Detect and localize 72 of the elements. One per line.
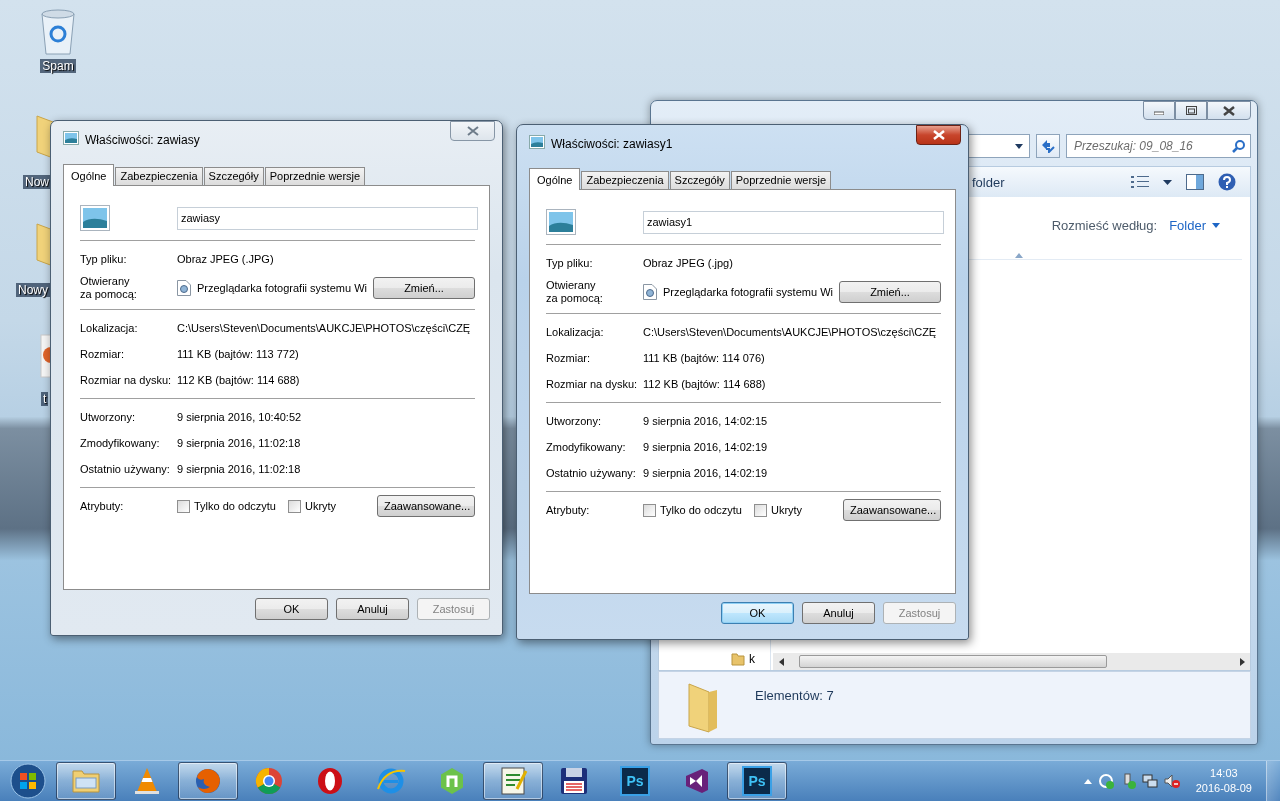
field-value: 9 sierpnia 2016, 11:02:18 bbox=[177, 437, 301, 449]
field-label: Rozmiar: bbox=[546, 351, 591, 365]
field-value: C:\Users\Steven\Documents\AUKCJE\PHOTOS\części\CZĘ bbox=[177, 322, 471, 334]
navigation-item[interactable]: k bbox=[749, 652, 755, 666]
field-value: Przeglądarka fotografii systemu Wi bbox=[663, 286, 833, 298]
icon-label: Now bbox=[23, 175, 51, 189]
advanced-button[interactable]: Zaawansowane... bbox=[377, 495, 475, 517]
field-label: Utworzony: bbox=[546, 414, 603, 428]
dialog-button[interactable]: OK bbox=[255, 598, 328, 620]
window-title: Właściwości: zawiasy bbox=[85, 131, 201, 147]
field-value: Obraz JPEG (.JPG) bbox=[177, 253, 274, 265]
change-button[interactable]: Zmień... bbox=[839, 281, 941, 303]
name-field[interactable]: zawiasy1 bbox=[643, 210, 944, 234]
field-label: Otwierany za pomocą: bbox=[80, 275, 138, 301]
field-value: Obraz JPEG (.jpg) bbox=[643, 257, 733, 269]
tab[interactable]: Zabezpieczenia bbox=[581, 171, 669, 189]
toolbar-item[interactable]: folder bbox=[972, 174, 1005, 190]
item-count: Elementów: 7 bbox=[755, 688, 834, 703]
field-label: Rozmiar na dysku: bbox=[546, 377, 639, 391]
field-label: Ostatnio używany: bbox=[80, 462, 171, 476]
icon-label: t bbox=[41, 392, 49, 406]
icon-label: Spam bbox=[40, 59, 76, 73]
change-button[interactable]: Zmień... bbox=[373, 277, 475, 299]
window-title: Właściwości: zawiasy1 bbox=[551, 135, 674, 151]
arrange-dropdown[interactable]: Folder bbox=[1169, 217, 1220, 233]
field-value: 9 sierpnia 2016, 11:02:18 bbox=[177, 463, 301, 475]
tab[interactable]: Ogólne bbox=[529, 168, 581, 190]
tab[interactable]: Poprzednie wersje bbox=[730, 171, 832, 189]
tab[interactable]: Szczegóły bbox=[669, 171, 730, 189]
field-value: 111 KB (bajtów: 114 076) bbox=[643, 352, 765, 364]
field-label: Typ pliku: bbox=[80, 252, 128, 266]
field-label: Utworzony: bbox=[80, 410, 137, 424]
search-field[interactable]: Przeszukaj: 09_08_16 bbox=[1066, 134, 1251, 158]
field-label: Zmodyfikowany: bbox=[80, 436, 161, 450]
field-value: Przeglądarka fotografii systemu Wi bbox=[197, 282, 367, 294]
field-label: Ostatnio używany: bbox=[546, 466, 637, 480]
field-label: Lokalizacja: bbox=[546, 325, 605, 339]
tab[interactable]: Ogólne bbox=[63, 164, 115, 186]
field-label: Rozmiar: bbox=[80, 347, 125, 361]
dialog-button[interactable]: OK bbox=[721, 602, 794, 624]
tab[interactable]: Poprzednie wersje bbox=[264, 167, 366, 185]
checkbox-label: Tylko do odczytu bbox=[194, 500, 276, 512]
field-label: Rozmiar na dysku: bbox=[80, 373, 173, 387]
taskbar-button[interactable]: Ps bbox=[727, 762, 787, 800]
icon-label: Nowy bbox=[16, 283, 50, 297]
field-value: 9 sierpnia 2016, 14:02:15 bbox=[643, 415, 768, 427]
clock-date[interactable]: 2016-08-09 bbox=[1195, 781, 1252, 796]
checkbox-label: Tylko do odczytu bbox=[660, 504, 742, 516]
field-value: C:\Users\Steven\Documents\AUKCJE\PHOTOS\części\CZĘ bbox=[643, 326, 937, 338]
advanced-button[interactable]: Zaawansowane... bbox=[843, 499, 941, 521]
field-label: Atrybuty: bbox=[80, 499, 125, 513]
name-field[interactable]: zawiasy bbox=[177, 206, 478, 230]
field-value: 112 KB (bajtów: 114 688) bbox=[177, 374, 300, 386]
tab[interactable]: Zabezpieczenia bbox=[115, 167, 203, 185]
field-value: 9 sierpnia 2016, 10:40:52 bbox=[177, 411, 302, 423]
arrange-label: Rozmieść według: bbox=[1051, 217, 1158, 233]
dialog-button[interactable]: Anuluj bbox=[336, 598, 409, 620]
field-label: Lokalizacja: bbox=[80, 321, 139, 335]
dialog-button[interactable]: Anuluj bbox=[802, 602, 875, 624]
field-value: 9 sierpnia 2016, 14:02:19 bbox=[643, 441, 768, 453]
field-value: 9 sierpnia 2016, 14:02:19 bbox=[643, 467, 768, 479]
field-value: 112 KB (bajtów: 114 688) bbox=[643, 378, 766, 390]
tab[interactable]: Szczegóły bbox=[203, 167, 264, 185]
checkbox-label: Ukryty bbox=[304, 500, 337, 512]
field-label: Zmodyfikowany: bbox=[546, 440, 627, 454]
field-value: 111 KB (bajtów: 113 772) bbox=[177, 348, 299, 360]
search-placeholder: Przeszukaj: 09_08_16 bbox=[1074, 139, 1194, 153]
field-label: Otwierany za pomocą: bbox=[546, 279, 604, 305]
field-label: Atrybuty: bbox=[546, 503, 591, 517]
field-label: Typ pliku: bbox=[546, 256, 594, 270]
checkbox-label: Ukryty bbox=[770, 504, 803, 516]
taskbar-button[interactable]: Ps bbox=[605, 762, 665, 800]
